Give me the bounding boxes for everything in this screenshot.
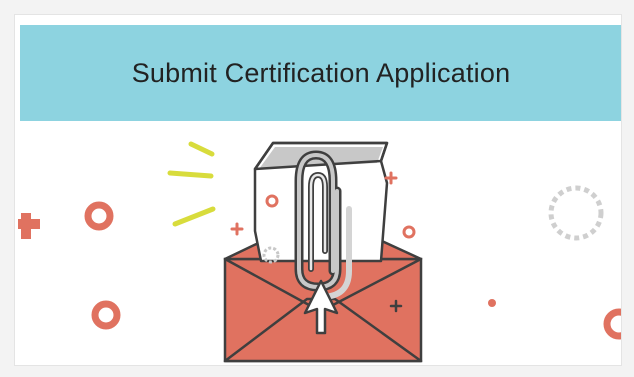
decorative-ring-left-icon	[84, 201, 114, 231]
decorative-dot-icon	[488, 299, 496, 307]
burst-lines-icon	[167, 141, 216, 227]
certification-card[interactable]: Submit Certification Application	[14, 14, 622, 366]
decorative-dashed-ring-icon	[548, 185, 604, 241]
decorative-ring-bottom-left-icon	[91, 300, 121, 330]
decorative-ring-right-icon	[603, 308, 621, 340]
card-title: Submit Certification Application	[131, 57, 511, 88]
submit-certification-header-button[interactable]: Submit Certification Application	[20, 25, 621, 121]
envelope-paperclip-illustration[interactable]	[15, 121, 622, 366]
decorative-plus-left-icon	[18, 213, 40, 239]
